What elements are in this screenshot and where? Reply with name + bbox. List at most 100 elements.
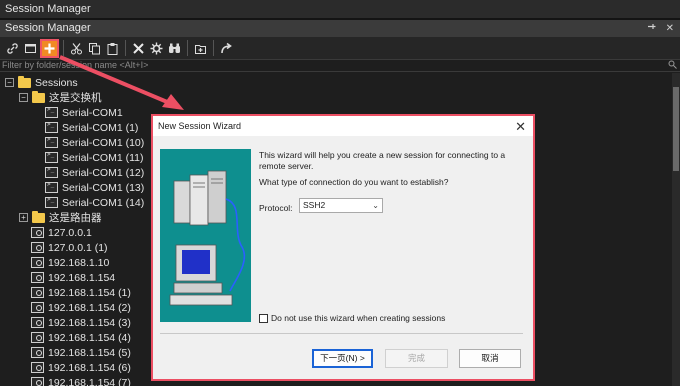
new-session-wizard-dialog: New Session Wizard ✕ This wizard will he…	[153, 116, 533, 379]
host-label: 192.168.1.154 (1)	[48, 286, 131, 299]
host-session-icon	[31, 242, 44, 253]
connection-question: What type of connection do you want to e…	[259, 177, 449, 187]
scrollbar-thumb[interactable]	[673, 87, 679, 171]
collapse-icon[interactable]: −	[5, 78, 14, 87]
finish-button[interactable]: 完成	[385, 349, 448, 368]
connect-icon[interactable]	[218, 40, 235, 57]
panel-title: Session Manager	[5, 22, 91, 34]
link-icon[interactable]	[4, 40, 21, 57]
host-session-icon	[31, 302, 44, 313]
next-button[interactable]: 下一页(N) >	[312, 349, 373, 368]
host-item[interactable]: 127.0.0.1	[31, 225, 92, 240]
host-session-icon	[31, 257, 44, 268]
protocol-value: SSH2	[303, 200, 326, 210]
folder-icon	[32, 210, 45, 223]
host-label: 192.168.1.10	[48, 256, 110, 269]
terminal-icon	[45, 106, 58, 118]
filter-search-icon[interactable]	[668, 60, 678, 71]
session-item[interactable]: Serial-COM1	[45, 105, 123, 120]
dialog-body: This wizard will help you create a new s…	[153, 136, 533, 379]
session-label: Serial-COM1 (13)	[62, 181, 145, 194]
host-session-icon	[31, 272, 44, 283]
new-session-icon[interactable]	[40, 38, 59, 58]
host-label: 192.168.1.154 (4)	[48, 331, 131, 344]
host-item[interactable]: 192.168.1.154 (2)	[31, 300, 131, 315]
session-label: Serial-COM1	[62, 106, 123, 119]
skip-wizard-label: Do not use this wizard when creating ses…	[271, 313, 446, 323]
host-label: 127.0.0.1 (1)	[48, 241, 108, 254]
host-label: 192.168.1.154	[48, 271, 116, 284]
session-item[interactable]: Serial-COM1 (12)	[45, 165, 144, 180]
session-item[interactable]: Serial-COM1 (14)	[45, 195, 144, 210]
host-item[interactable]: 192.168.1.154	[31, 270, 115, 285]
skip-wizard-option[interactable]: Do not use this wizard when creating ses…	[259, 313, 445, 323]
session-item[interactable]: Serial-COM1 (10)	[45, 135, 144, 150]
toolbar	[0, 37, 680, 59]
session-label: Serial-COM1 (1)	[62, 121, 139, 134]
filter-input[interactable]: Filter by folder/session name <Alt+I>	[0, 59, 680, 72]
wizard-description: This wizard will help you create a new s…	[259, 150, 506, 171]
properties-icon[interactable]	[148, 40, 165, 57]
host-session-icon	[31, 287, 44, 298]
host-session-icon	[31, 332, 44, 343]
toolbar-separator	[213, 40, 214, 56]
close-panel-icon[interactable]: ✕	[666, 20, 674, 37]
session-item[interactable]: Serial-COM1 (13)	[45, 180, 144, 195]
session-label: Serial-COM1 (14)	[62, 196, 145, 209]
copy-icon[interactable]	[86, 40, 103, 57]
window-title: Session Manager	[0, 0, 680, 18]
paste-icon[interactable]	[104, 40, 121, 57]
terminal-icon	[45, 151, 58, 163]
filter-placeholder: Filter by folder/session name <Alt+I>	[2, 60, 149, 70]
host-session-icon	[31, 377, 44, 386]
tree-scrollbar[interactable]	[672, 73, 680, 386]
terminal-icon	[45, 181, 58, 193]
session-item[interactable]: Serial-COM1 (1)	[45, 120, 138, 135]
host-item[interactable]: 192.168.1.154 (4)	[31, 330, 131, 345]
folder-routers[interactable]: + 这是路由器	[19, 210, 102, 225]
terminal-icon	[45, 136, 58, 148]
server-illustration	[160, 149, 251, 322]
host-label: 192.168.1.154 (6)	[48, 361, 131, 374]
session-label: Serial-COM1 (11)	[62, 151, 144, 164]
terminal-icon	[45, 166, 58, 178]
host-item[interactable]: 192.168.1.154 (5)	[31, 345, 131, 360]
new-folder-icon[interactable]	[192, 40, 209, 57]
delete-icon[interactable]	[130, 40, 147, 57]
collapse-icon[interactable]: −	[19, 93, 28, 102]
host-item[interactable]: 127.0.0.1 (1)	[31, 240, 108, 255]
session-label: Serial-COM1 (10)	[62, 136, 145, 149]
close-icon[interactable]: ✕	[515, 117, 526, 137]
host-item[interactable]: 192.168.1.10	[31, 255, 109, 270]
host-item[interactable]: 192.168.1.154 (3)	[31, 315, 131, 330]
cut-icon[interactable]	[68, 40, 85, 57]
host-label: 192.168.1.154 (5)	[48, 346, 131, 359]
pin-icon[interactable]	[647, 20, 656, 37]
host-item[interactable]: 192.168.1.154 (1)	[31, 285, 131, 300]
toolbar-separator	[125, 40, 126, 56]
dialog-title: New Session Wizard	[158, 121, 242, 131]
panel-controls: ✕	[647, 20, 674, 37]
dialog-highlight-frame: New Session Wizard ✕ This wizard will he…	[151, 114, 535, 381]
host-session-icon	[31, 362, 44, 373]
terminal-icon	[45, 121, 58, 133]
host-label: 192.168.1.154 (7)	[48, 376, 131, 386]
find-icon[interactable]	[166, 40, 183, 57]
protocol-select[interactable]: SSH2 ⌄	[299, 198, 383, 213]
window-icon[interactable]	[22, 40, 39, 57]
host-item[interactable]: 192.168.1.154 (6)	[31, 360, 131, 375]
host-item[interactable]: 192.168.1.154 (7)	[31, 375, 131, 386]
protocol-label: Protocol:	[259, 203, 293, 213]
expand-icon[interactable]: +	[19, 213, 28, 222]
tree-root[interactable]: − Sessions	[5, 75, 78, 90]
folder-icon	[18, 75, 31, 88]
toolbar-separator	[63, 40, 64, 56]
folder-icon	[32, 90, 45, 103]
folder-switches[interactable]: − 这是交换机	[19, 90, 102, 105]
toolbar-separator	[187, 40, 188, 56]
dialog-separator	[160, 333, 523, 334]
chevron-down-icon: ⌄	[372, 201, 379, 210]
cancel-button[interactable]: 取消	[459, 349, 521, 368]
session-item[interactable]: Serial-COM1 (11)	[45, 150, 144, 165]
skip-wizard-checkbox[interactable]	[259, 313, 268, 323]
